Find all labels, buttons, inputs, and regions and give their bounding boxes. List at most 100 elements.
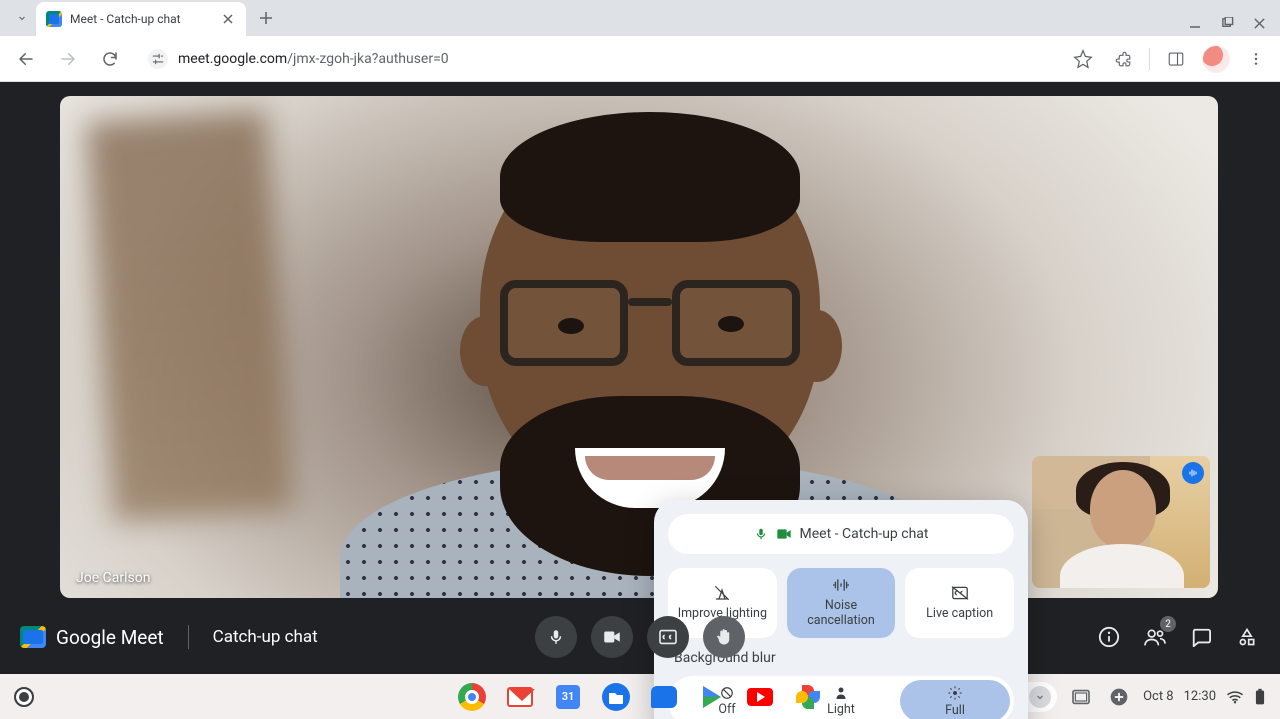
meeting-info-button[interactable] — [1096, 624, 1122, 650]
popover-header[interactable]: Meet - Catch-up chat — [668, 514, 1014, 554]
battery-icon — [1254, 688, 1266, 706]
google-meet-label: Google Meet — [56, 626, 164, 649]
tune-icon — [151, 52, 165, 66]
call-controls — [535, 616, 745, 658]
tab-close-button[interactable] — [220, 11, 236, 27]
browser-tab-strip: Meet - Catch-up chat — [0, 0, 1280, 36]
meet-logo-icon — [20, 626, 46, 648]
plus-icon — [259, 11, 273, 25]
play-store-app[interactable] — [697, 682, 727, 712]
media-expand-button[interactable] — [1029, 686, 1051, 708]
url-text: meet.google.com/jmx-zgoh-jka?authuser=0 — [178, 51, 449, 67]
sidepanel-button[interactable] — [1162, 45, 1190, 73]
self-view-tile[interactable] — [1032, 456, 1210, 588]
forward-button[interactable] — [52, 43, 84, 75]
bookmark-button[interactable] — [1069, 45, 1097, 73]
plus-circle-icon — [1109, 687, 1129, 707]
calendar-app[interactable]: 31 — [553, 682, 583, 712]
phone-hub-button[interactable] — [1105, 683, 1133, 711]
reload-button[interactable] — [94, 43, 126, 75]
maximize-icon — [1221, 17, 1234, 30]
extensions-button[interactable] — [1109, 45, 1137, 73]
chrome-menu-button[interactable] — [1242, 45, 1270, 73]
shelf-date: Oct 8 — [1143, 689, 1174, 704]
activities-button[interactable] — [1234, 624, 1260, 650]
chevron-down-icon — [1034, 691, 1046, 703]
tab-title: Meet - Catch-up chat — [70, 12, 181, 26]
mic-toggle-button[interactable] — [535, 616, 577, 658]
overview-icon — [1071, 689, 1091, 705]
overview-button[interactable] — [1067, 683, 1095, 711]
speaking-indicator-icon — [1182, 462, 1204, 484]
blur-full-icon — [947, 685, 963, 701]
arrow-left-icon — [17, 50, 35, 68]
window-minimize-button[interactable] — [1188, 16, 1202, 30]
toolbar-right — [1061, 45, 1270, 73]
close-icon — [1253, 17, 1266, 30]
window-maximize-button[interactable] — [1220, 16, 1234, 30]
camera-toggle-button[interactable] — [591, 616, 633, 658]
chrome-app[interactable] — [457, 682, 487, 712]
play-icon — [703, 686, 721, 708]
info-icon — [1098, 626, 1120, 648]
sidepanel-icon — [1167, 50, 1185, 68]
messages-app[interactable] — [649, 682, 679, 712]
files-app[interactable] — [601, 682, 631, 712]
person-icon — [835, 686, 847, 700]
youtube-icon — [747, 688, 773, 706]
people-count-badge: 2 — [1160, 616, 1176, 632]
captions-button[interactable] — [647, 616, 689, 658]
participant-name-label: Joe Carlson — [76, 570, 150, 586]
blur-full-option[interactable]: Full — [900, 680, 1010, 719]
meet-bottom-bar: Google Meet Catch-up chat 2 — [0, 600, 1280, 674]
profile-avatar-button[interactable] — [1202, 45, 1230, 73]
window-controls — [1188, 16, 1280, 36]
noise-cancellation-icon — [831, 576, 851, 594]
window-close-button[interactable] — [1252, 16, 1266, 30]
meet-favicon-icon — [46, 11, 62, 27]
back-button[interactable] — [10, 43, 42, 75]
wifi-icon — [1226, 690, 1244, 704]
lighting-off-icon — [713, 584, 731, 602]
people-button[interactable]: 2 — [1142, 624, 1168, 650]
camera-icon — [602, 630, 622, 644]
mic-icon — [754, 527, 768, 541]
files-icon — [602, 683, 630, 711]
chat-button[interactable] — [1188, 624, 1214, 650]
calendar-icon: 31 — [556, 685, 580, 709]
kebab-icon — [1248, 51, 1264, 67]
raise-hand-button[interactable] — [703, 616, 745, 658]
separator-icon — [1149, 48, 1150, 70]
shapes-icon — [1237, 627, 1257, 647]
hand-icon — [715, 627, 733, 647]
chevron-down-icon — [16, 12, 28, 24]
browser-tab-active[interactable]: Meet - Catch-up chat — [36, 2, 246, 36]
shelf-time: 12:30 — [1184, 689, 1216, 704]
caption-off-icon — [950, 584, 970, 602]
arrow-right-icon — [59, 50, 77, 68]
address-bar[interactable]: meet.google.com/jmx-zgoh-jka?authuser=0 — [136, 42, 1051, 76]
close-icon — [223, 14, 233, 24]
meet-brand: Google Meet Catch-up chat — [20, 625, 318, 649]
messages-icon — [651, 686, 677, 708]
youtube-app[interactable] — [745, 682, 775, 712]
reload-icon — [101, 50, 119, 68]
browser-toolbar: meet.google.com/jmx-zgoh-jka?authuser=0 — [0, 36, 1280, 82]
camera-icon — [776, 528, 792, 540]
status-tray[interactable]: Oct 8 12:30 — [1143, 688, 1266, 706]
cc-icon — [658, 629, 678, 645]
gmail-app[interactable] — [505, 682, 535, 712]
launcher-button[interactable] — [14, 687, 34, 707]
site-settings-button[interactable] — [148, 49, 168, 69]
meet-right-controls: 2 — [1096, 624, 1260, 650]
meeting-name-label: Catch-up chat — [213, 627, 318, 647]
meet-app: Joe Carlson Meet - Catch-up chat Improve… — [0, 82, 1280, 674]
chromeos-shelf: 31 Oct 8 12:30 — [0, 674, 1280, 719]
star-icon — [1073, 49, 1093, 69]
new-tab-button[interactable] — [252, 4, 280, 32]
photos-app[interactable] — [793, 682, 823, 712]
puzzle-icon — [1114, 50, 1132, 68]
mic-icon — [547, 628, 565, 646]
chrome-icon — [458, 683, 486, 711]
search-tabs-button[interactable] — [8, 4, 36, 32]
